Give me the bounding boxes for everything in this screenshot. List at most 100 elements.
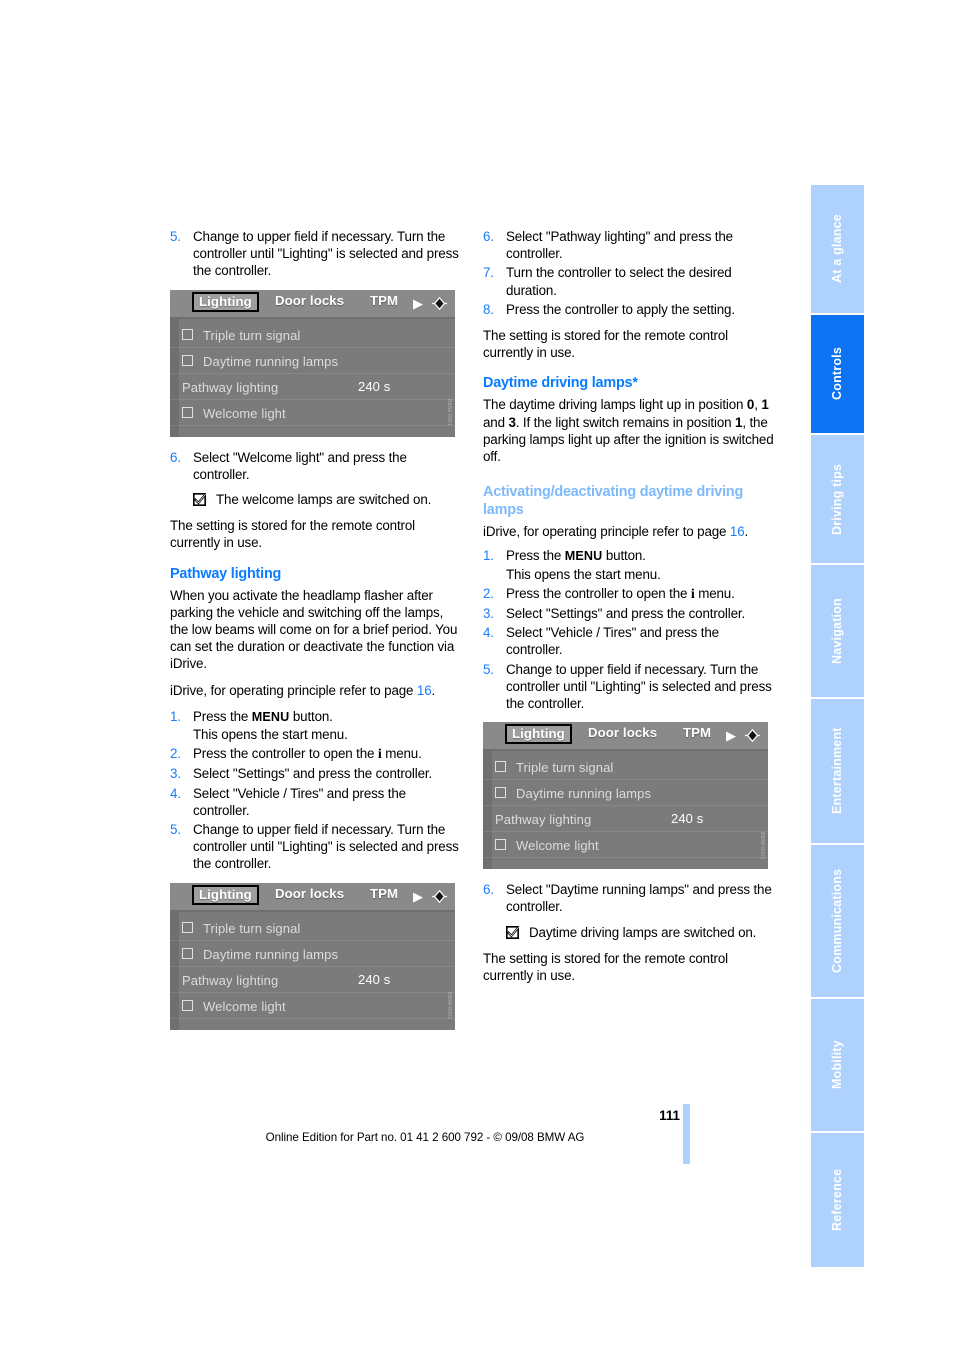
- step-text-post: menu.: [694, 585, 735, 601]
- screen-tab-door-locks[interactable]: Door locks: [275, 886, 344, 901]
- list-item: 2. Press the controller to open the i me…: [170, 745, 463, 763]
- list-item: 6. Select "Daytime running lamps" and pr…: [483, 881, 776, 941]
- footer-note: Online Edition for Part no. 01 41 2 600 …: [265, 1131, 585, 1144]
- list-item: 5. Change to upper field if necessary. T…: [170, 228, 463, 280]
- thumb-tab-label: Driving tips: [830, 463, 844, 535]
- step-text-pre: Press the controller to open the: [506, 585, 691, 601]
- row-value[interactable]: 240 s: [358, 374, 390, 399]
- idrive-screen-lighting-1: Lighting Door locks TPM ▶ Triple turn si…: [170, 289, 455, 437]
- checkmark-icon: [506, 925, 519, 939]
- step-text: Select "Settings" and press the controll…: [506, 606, 746, 622]
- figure-reference-code: BMW-0003: [759, 831, 765, 860]
- screen-tab-lighting[interactable]: Lighting: [192, 291, 259, 312]
- thumb-tab-entertainment[interactable]: Entertainment: [811, 699, 864, 843]
- screen-row[interactable]: Pathway lighting 240 s: [170, 967, 455, 993]
- screen-row[interactable]: Triple turn signal: [483, 754, 768, 781]
- menu-button-label: MENU: [251, 709, 290, 724]
- screen-row[interactable]: Pathway lighting 240 s: [483, 806, 768, 833]
- checkbox-icon[interactable]: [182, 328, 193, 340]
- page-link-16[interactable]: 16: [730, 524, 745, 539]
- step-number: 4.: [483, 625, 494, 641]
- thumb-tab-label: Communications: [830, 868, 844, 974]
- row-label: Triple turn signal: [516, 760, 614, 776]
- step-number: 3.: [170, 766, 181, 782]
- checkbox-icon[interactable]: [495, 839, 506, 851]
- checkbox-icon[interactable]: [182, 947, 193, 959]
- row-label: Pathway lighting: [182, 972, 279, 988]
- position-3: 3: [508, 414, 516, 430]
- thumb-tab-at-a-glance[interactable]: At a glance: [811, 185, 864, 313]
- thumb-tab-label: Navigation: [830, 598, 844, 664]
- step-number: 2.: [483, 585, 494, 601]
- idrive-ref-prefix: iDrive, for operating principle refer to…: [170, 682, 417, 698]
- figure-reference-code: BMW-0001: [446, 399, 452, 427]
- page-number: 111: [659, 1108, 680, 1123]
- step-number: 5.: [170, 229, 181, 244]
- screen-tab-tpm[interactable]: TPM: [370, 293, 398, 308]
- thumb-tab-communications[interactable]: Communications: [811, 845, 864, 997]
- left-step-6: 6. Select "Welcome light" and press the …: [170, 449, 463, 509]
- row-value[interactable]: 240 s: [671, 806, 703, 831]
- list-item: 8. Press the controller to apply the set…: [483, 301, 776, 318]
- thumb-tab-mobility[interactable]: Mobility: [811, 999, 864, 1131]
- step-text-post: button.: [602, 548, 646, 564]
- list-item: 3. Select "Settings" and press the contr…: [483, 605, 776, 622]
- row-label: Pathway lighting: [182, 379, 279, 395]
- daytime-body: The daytime driving lamps light up in po…: [483, 396, 776, 465]
- row-label: Pathway lighting: [495, 812, 592, 828]
- screen-row-list: Triple turn signal Daytime running lamps…: [483, 751, 768, 859]
- step-text-line2: This opens the start menu.: [193, 727, 348, 743]
- manual-page: 5. Change to upper field if necessary. T…: [0, 0, 954, 1350]
- step-number: 4.: [170, 785, 181, 801]
- checkbox-icon[interactable]: [495, 787, 506, 799]
- diamond-status-icon: [431, 296, 448, 310]
- list-item: 7. Turn the controller to select the des…: [483, 264, 776, 298]
- step-number: 6.: [483, 882, 494, 898]
- screen-row[interactable]: Welcome light: [483, 832, 768, 859]
- screen-tab-tpm[interactable]: TPM: [683, 725, 711, 740]
- welcome-note-text: The welcome lamps are switched on.: [216, 492, 432, 508]
- welcome-note: The welcome lamps are switched on.: [193, 491, 463, 508]
- screen-row[interactable]: Triple turn signal: [170, 915, 455, 941]
- checkbox-icon[interactable]: [182, 354, 193, 366]
- screen-row[interactable]: Daytime running lamps: [170, 348, 455, 374]
- list-item: 6. Select "Welcome light" and press the …: [170, 449, 463, 509]
- right-arrow-icon: ▶: [726, 728, 736, 744]
- step-text-pre: Press the controller to open the: [193, 746, 378, 762]
- idrive-ref-prefix: iDrive, for operating principle refer to…: [483, 524, 730, 540]
- body-part-1: The daytime driving lamps light up in po…: [483, 397, 747, 413]
- screen-row[interactable]: Welcome light: [170, 400, 455, 426]
- heading-pathway-lighting: Pathway lighting: [170, 565, 282, 582]
- heading-daytime-driving-lamps: Daytime driving lamps*: [483, 375, 638, 392]
- screen-row[interactable]: Daytime running lamps: [170, 941, 455, 967]
- checkbox-icon[interactable]: [182, 406, 193, 418]
- row-value[interactable]: 240 s: [358, 967, 390, 992]
- thumb-tab-driving-tips[interactable]: Driving tips: [811, 435, 864, 563]
- screen-row[interactable]: Triple turn signal: [170, 322, 455, 348]
- row-label: Welcome light: [203, 405, 286, 421]
- step-text-post: menu.: [381, 746, 422, 762]
- screen-row[interactable]: Welcome light: [170, 993, 455, 1019]
- daytime-note-text: Daytime driving lamps are switched on.: [529, 924, 757, 940]
- checkbox-icon[interactable]: [495, 761, 506, 773]
- checkbox-icon[interactable]: [182, 999, 193, 1011]
- checkbox-icon[interactable]: [182, 921, 193, 933]
- screen-row[interactable]: Pathway lighting 240 s: [170, 374, 455, 400]
- step-text: Turn the controller to select the desire…: [506, 265, 732, 298]
- page-link-16[interactable]: 16: [417, 683, 432, 698]
- screen-tabbar: Lighting Door locks TPM ▶: [170, 882, 455, 912]
- step-text-post: button.: [289, 708, 333, 724]
- screen-row[interactable]: Daytime running lamps: [483, 780, 768, 807]
- screen-tab-tpm[interactable]: TPM: [370, 886, 398, 901]
- screen-tab-door-locks[interactable]: Door locks: [588, 725, 657, 740]
- screen-tab-lighting[interactable]: Lighting: [505, 724, 572, 745]
- thumb-tab-label: Entertainment: [830, 727, 844, 815]
- right-steps-top: 6. Select "Pathway lighting" and press t…: [483, 228, 776, 318]
- thumb-tab-reference[interactable]: Reference: [811, 1133, 864, 1267]
- screen-tab-door-locks[interactable]: Door locks: [275, 293, 344, 308]
- step-text: Change to upper field if necessary. Turn…: [193, 229, 459, 279]
- thumb-tab-controls[interactable]: Controls: [811, 315, 864, 433]
- row-label: Daytime running lamps: [203, 946, 339, 962]
- thumb-tab-navigation[interactable]: Navigation: [811, 565, 864, 697]
- screen-tab-lighting[interactable]: Lighting: [192, 884, 259, 905]
